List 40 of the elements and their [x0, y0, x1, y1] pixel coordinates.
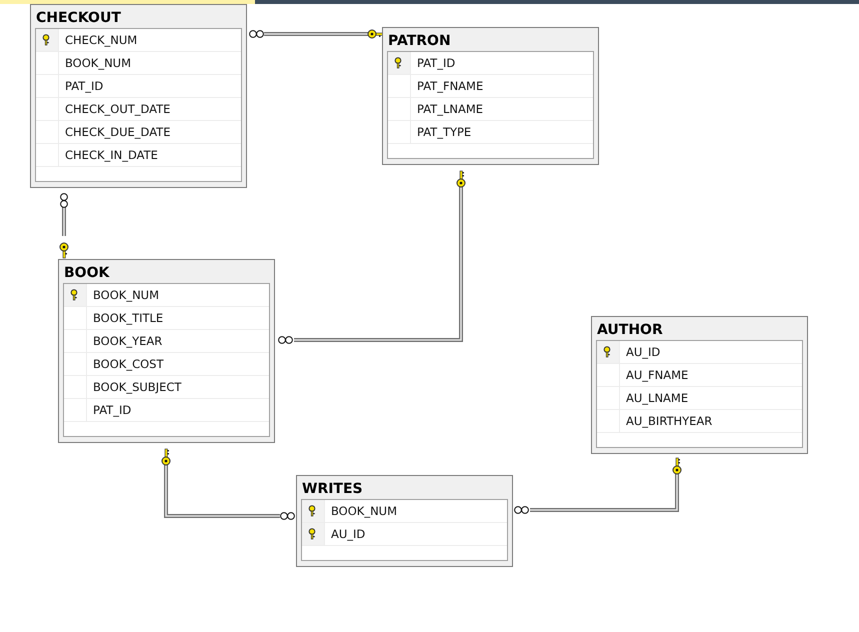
- column-name: BOOK_YEAR: [92, 333, 162, 350]
- key-icon: [394, 57, 404, 69]
- column-name: PAT_ID: [92, 402, 132, 419]
- table-title: BOOK: [63, 264, 110, 283]
- column-name: AU_ID: [625, 344, 660, 361]
- column-name: AU_FNAME: [625, 367, 688, 384]
- relationship-connector[interactable]: [60, 193, 68, 258]
- column-name: BOOK_NUM: [64, 55, 132, 72]
- column-name: BOOK_NUM: [92, 287, 160, 304]
- key-icon: [70, 289, 80, 301]
- column-name: CHECK_IN_DATE: [64, 147, 158, 164]
- column-name: PAT_LNAME: [416, 101, 484, 118]
- key-icon: [308, 528, 318, 540]
- column-name: AU_BIRTHYEAR: [625, 413, 712, 430]
- column-name: PAT_ID: [64, 78, 104, 95]
- column-name: BOOK_COST: [92, 356, 164, 373]
- key-icon: [603, 346, 613, 358]
- column-name: PAT_TYPE: [416, 124, 472, 141]
- relationship-connector[interactable]: [249, 30, 384, 38]
- table-box[interactable]: BOOK BOOK_NUM BOOK_TITLE BOOK_YEAR BOOK_COST BOOK_SUBJECT PAT_ID: [58, 259, 275, 443]
- column-name: AU_ID: [330, 526, 366, 543]
- table-box[interactable]: CHECKOUT CHECK_NUM BOOK_NUM PAT_ID CHECK_OUT_DATE CHECK_DUE_DATE CHECK_IN_DATE: [30, 4, 247, 188]
- column-name: BOOK_NUM: [330, 503, 398, 520]
- column-name: PAT_ID: [416, 55, 456, 72]
- column-name: CHECK_NUM: [64, 32, 138, 49]
- column-name: PAT_FNAME: [416, 78, 484, 95]
- key-icon: [42, 34, 52, 46]
- key-icon: [308, 505, 318, 517]
- table-title: AUTHOR: [596, 321, 663, 340]
- table-box[interactable]: PATRON PAT_ID PAT_FNAME PAT_LNAME PAT_TYPE: [382, 27, 599, 165]
- table-title: PATRON: [387, 32, 451, 51]
- column-name: CHECK_DUE_DATE: [64, 124, 170, 141]
- column-name: BOOK_SUBJECT: [92, 379, 182, 396]
- column-name: BOOK_TITLE: [92, 310, 164, 327]
- table-box[interactable]: AUTHOR AU_ID AU_FNAME AU_LNAME AU_BIRTHYEAR: [591, 316, 808, 454]
- table-box[interactable]: WRITES BOOK_NUM AU_ID: [296, 475, 513, 567]
- table-title: CHECKOUT: [35, 9, 121, 28]
- column-name: AU_LNAME: [625, 390, 688, 407]
- table-title: WRITES: [301, 480, 363, 499]
- column-name: CHECK_OUT_DATE: [64, 101, 170, 118]
